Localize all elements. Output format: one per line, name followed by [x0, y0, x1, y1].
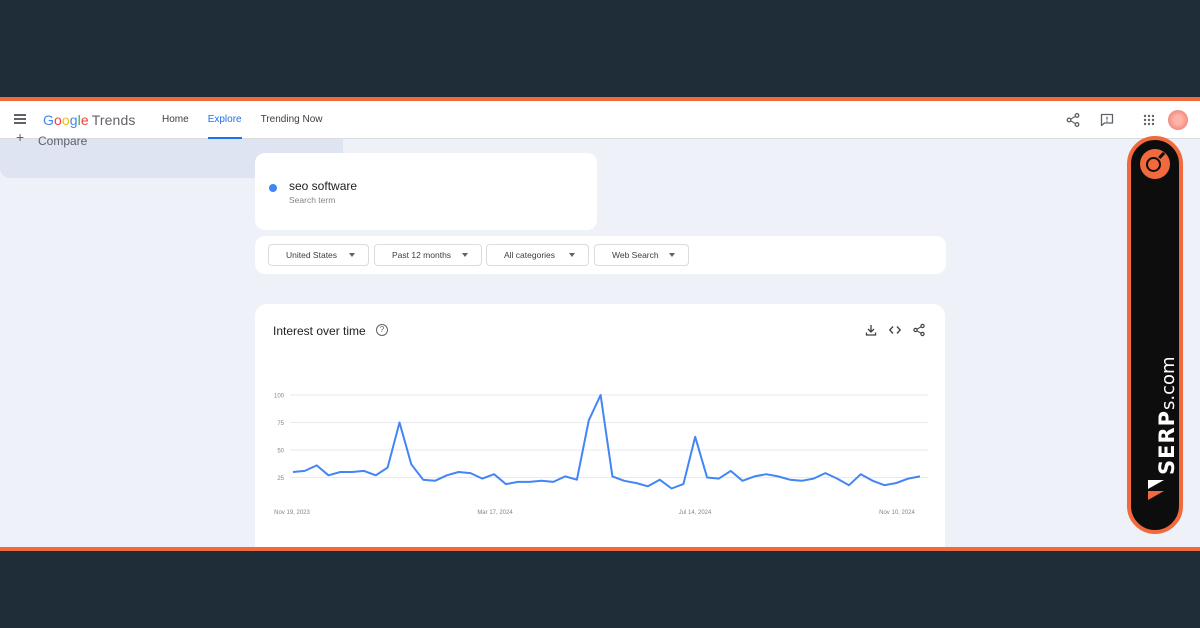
x-tick-label: Jul 14, 2024 [679, 510, 712, 516]
download-icon[interactable] [864, 323, 878, 337]
logo-letter: G [43, 112, 54, 128]
dropdown-caret-icon [669, 253, 675, 257]
nav-home[interactable]: Home [162, 101, 189, 139]
share-icon[interactable] [1065, 112, 1081, 128]
y-tick-label: 25 [277, 476, 284, 482]
search-property-value: Web Search [612, 250, 659, 260]
orange-divider-bottom [0, 547, 1200, 551]
time-range-dropdown[interactable]: Past 12 months [374, 244, 482, 266]
search-term-card[interactable]: seo software Search term [255, 153, 597, 230]
logo-letter: o [54, 112, 62, 128]
category-dropdown[interactable]: All categories [486, 244, 589, 266]
brand-suffix: s.com [1158, 356, 1179, 410]
search-term: seo software [289, 179, 358, 193]
time-range-value: Past 12 months [392, 250, 452, 260]
chart-share-icon[interactable] [912, 323, 926, 337]
series-color-dot [269, 184, 277, 192]
chart-title: Interest over time [273, 324, 366, 338]
category-value: All categories [504, 250, 556, 260]
dropdown-caret-icon [349, 253, 355, 257]
feedback-icon[interactable] [1099, 112, 1115, 128]
brand-text: SERPs.com [1155, 356, 1179, 475]
brand-triangle-icon [1148, 480, 1164, 500]
nav-trending-now[interactable]: Trending Now [261, 101, 323, 139]
y-tick-label: 75 [277, 421, 284, 427]
y-tick-label: 100 [274, 394, 285, 400]
logo-product-name: Trends [91, 112, 136, 128]
interest-line-chart: 100 75 50 25 Nov 19, 2023 Mar 17, 2024 Jul 14,… [274, 394, 928, 516]
plus-icon: + [16, 129, 25, 145]
logo-letter: g [69, 112, 78, 128]
serps-logo-icon [1140, 149, 1170, 179]
region-value: United States [286, 250, 338, 260]
filters-bar: United States Past 12 months All categor… [255, 236, 946, 274]
interest-over-time-card: Interest over time ? 100 75 50 25 Nov 19, 20… [255, 304, 945, 547]
x-tick-label: Nov 10, 2024 [879, 510, 915, 516]
help-icon[interactable]: ? [376, 324, 388, 336]
embed-icon[interactable] [888, 323, 902, 337]
logo-letter: e [80, 112, 89, 128]
brand-name: SERP [1155, 409, 1179, 475]
main-nav: Home Explore Trending Now [162, 101, 341, 139]
dropdown-caret-icon [462, 253, 468, 257]
x-tick-label: Nov 19, 2023 [274, 510, 310, 516]
region-dropdown[interactable]: United States [268, 244, 369, 266]
search-property-dropdown[interactable]: Web Search [594, 244, 689, 266]
y-tick-label: 50 [277, 449, 284, 455]
series-line-seo-software [292, 394, 921, 490]
x-tick-label: Mar 17, 2024 [477, 510, 513, 516]
nav-explore[interactable]: Explore [207, 101, 242, 139]
avatar[interactable] [1168, 110, 1188, 130]
compare-label: Compare [38, 134, 88, 148]
apps-grid-icon[interactable] [1141, 112, 1157, 128]
top-app-bar: Google Trends Home Explore Trending Now [0, 101, 1200, 139]
serps-brand-badge: SERPs.com [1127, 136, 1183, 534]
google-trends-logo[interactable]: Google Trends [43, 112, 135, 128]
logo-letter: o [61, 112, 70, 128]
google-trends-window: GoogleTrends Home Explore Trending Now [0, 101, 1200, 547]
search-term-type: Search term [289, 195, 336, 205]
dropdown-caret-icon [569, 253, 575, 257]
hamburger-menu-icon[interactable] [14, 114, 26, 124]
